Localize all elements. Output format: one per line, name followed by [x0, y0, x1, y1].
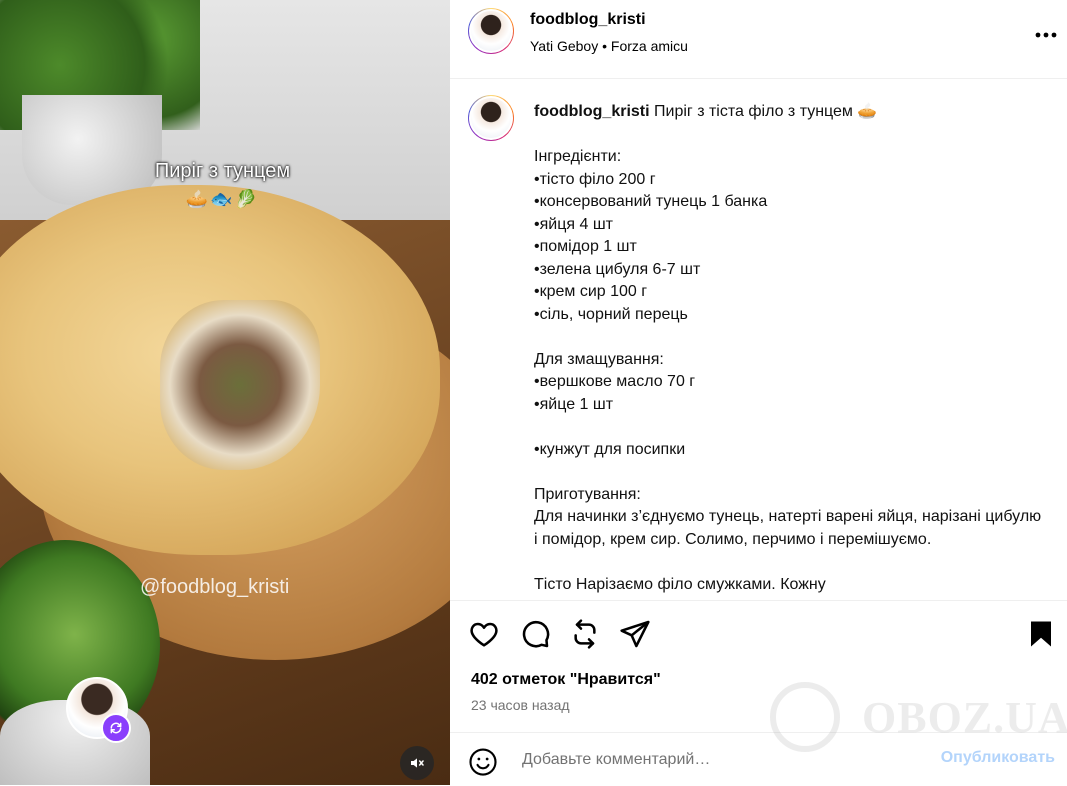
post-detail-panel: foodblog_kristi Yati Geboy • Forza amicu…: [450, 0, 1067, 785]
comment-button[interactable]: [519, 618, 551, 650]
comment-bar: Опубликовать: [450, 732, 1067, 786]
repost-icon: [574, 619, 596, 649]
caption-line: •крем сир 100 г: [534, 283, 648, 300]
remix-icon: [110, 722, 122, 734]
audio-separator: •: [602, 38, 608, 54]
author-avatar-image: [469, 9, 513, 53]
caption-line: Інгредієнти:: [534, 148, 622, 165]
remix-badge[interactable]: [101, 713, 131, 743]
video-watermark-handle: @foodblog_kristi: [140, 576, 290, 598]
comment-icon: [522, 620, 550, 648]
more-options-button[interactable]: [1035, 20, 1057, 42]
caption-line: •зелена цибуля 6-7 шт: [534, 260, 701, 278]
caption-line: Для начинки з’єднуємо тунець, натерті ва…: [534, 508, 1046, 548]
post-timestamp[interactable]: 23 часов назад: [471, 697, 570, 713]
share-icon: [620, 620, 650, 648]
like-button[interactable]: [468, 618, 500, 650]
emoji-button[interactable]: [468, 747, 498, 777]
caption-line: •сіль, чорний перець: [534, 305, 688, 323]
caption-line: •вершкове масло 70 г: [534, 373, 696, 390]
audio-track[interactable]: Forza amicu: [611, 38, 688, 54]
likes-count[interactable]: 402 отметок "Нравится": [471, 671, 661, 689]
video-overlay-title: Пиріг з тунцем: [154, 160, 291, 182]
author-avatar[interactable]: [468, 8, 514, 54]
caption-line: [534, 416, 1044, 439]
post-header: foodblog_kristi Yati Geboy • Forza amicu: [450, 0, 1067, 79]
pie-filling: [160, 300, 320, 470]
caption-author-avatar-image: [469, 96, 513, 140]
heart-icon: [470, 622, 498, 647]
publish-button[interactable]: Опубликовать: [941, 749, 1055, 767]
caption-line: [534, 551, 1044, 574]
share-button[interactable]: [619, 618, 651, 650]
video-overlay-emoji: 🥧🐟🥬: [185, 189, 260, 209]
smiley-icon: [469, 748, 497, 776]
caption-line: [534, 124, 1044, 147]
caption-line: Тісто Нарізаємо філо смужками. Кожну: [534, 575, 826, 593]
caption-line: •консервований тунець 1 банка: [534, 193, 768, 210]
caption-line: •яйце 1 шт: [534, 395, 614, 413]
caption-line: •помідор 1 шт: [534, 238, 637, 255]
repost-button[interactable]: [569, 618, 601, 650]
author-username[interactable]: foodblog_kristi: [530, 11, 646, 29]
caption-author-avatar[interactable]: [468, 95, 514, 141]
save-button[interactable]: [1026, 618, 1058, 650]
caption-username[interactable]: foodblog_kristi: [534, 103, 650, 120]
caption-text: Пиріг з тіста філо з тунцем 🥧: [654, 103, 878, 120]
comments-scroll-area[interactable]: foodblog_kristi Пиріг з тіста філо з тун…: [450, 79, 1067, 599]
mute-button[interactable]: [400, 746, 434, 780]
audio-attribution[interactable]: Yati Geboy • Forza amicu: [530, 38, 688, 54]
muted-speaker-icon: [411, 758, 424, 768]
more-horizontal-icon: [1035, 32, 1057, 38]
post-caption: foodblog_kristi Пиріг з тіста філо з тун…: [534, 101, 1044, 596]
caption-line: [534, 461, 1044, 484]
audio-artist[interactable]: Yati Geboy: [530, 38, 598, 54]
caption-line: •тісто філо 200 г: [534, 170, 656, 188]
caption-line: [534, 326, 1044, 349]
comment-input[interactable]: [520, 746, 864, 774]
caption-line: Приготування:: [534, 485, 641, 503]
action-bar: [450, 600, 1067, 669]
caption-line: •кунжут для посипки: [534, 440, 686, 458]
bookmark-icon: [1031, 621, 1051, 647]
caption-line: foodblog_kristi Пиріг з тіста філо з тун…: [534, 101, 1044, 124]
post-media[interactable]: Пиріг з тунцем 🥧🐟🥬 @foodblog_kristi: [0, 0, 450, 785]
caption-line: Для змащування:: [534, 350, 664, 368]
caption-line: •яйця 4 шт: [534, 215, 613, 233]
